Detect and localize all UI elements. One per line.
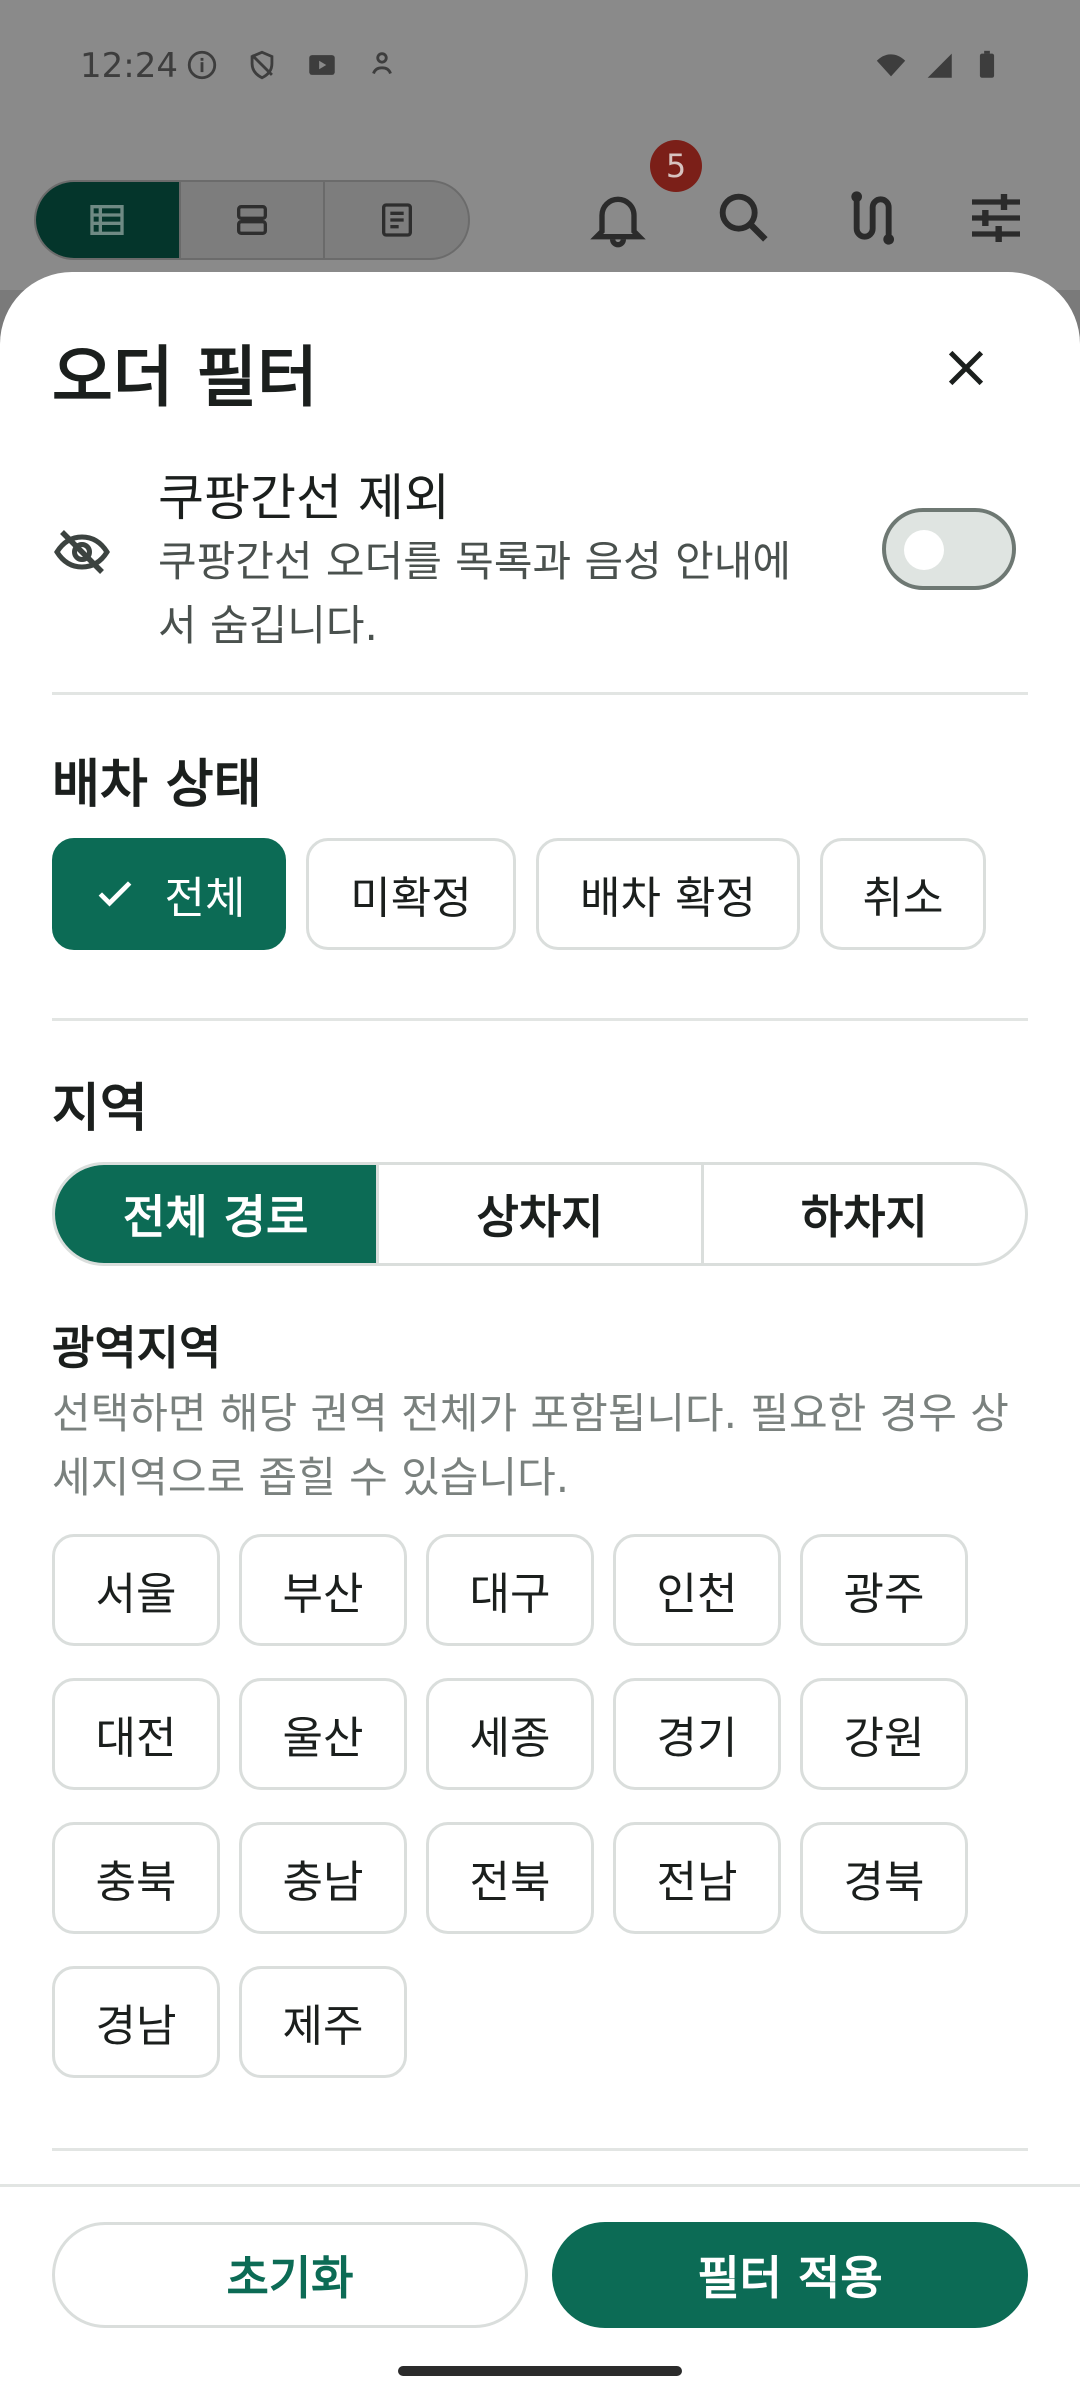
dispatch-chip-label: 취소 (862, 873, 944, 924)
dispatch-status-title: 배차 상태 (52, 755, 262, 815)
order-filter-sheet: 오더 필터 쿠팡간선 제외 쿠팡간선 오더를 목록과 음성 안내에서 숨깁니다.… (0, 272, 1080, 2400)
home-indicator[interactable] (398, 2366, 682, 2376)
dispatch-chip-unconfirmed[interactable]: 미확정 (306, 838, 516, 950)
region-segment-control: 전체 경로 상차지 하차지 (52, 1162, 1028, 1266)
list-icon (90, 205, 124, 235)
status-bar: 12:24 (0, 0, 1080, 130)
card-icon (237, 205, 267, 235)
status-time: 12:24 (80, 46, 178, 86)
wifi-icon (876, 54, 906, 77)
region-chip-jeonnam[interactable]: 전남 (613, 1822, 781, 1934)
reset-button[interactable]: 초기화 (52, 2222, 528, 2328)
region-chip-gyeongnam[interactable]: 경남 (52, 1966, 220, 2078)
metro-region-description: 선택하면 해당 권역 전체가 포함됩니다. 필요한 경우 상세지역으로 좁힐 수… (52, 1389, 1009, 1502)
region-segment-all-route[interactable]: 전체 경로 (55, 1165, 380, 1263)
apply-filter-button[interactable]: 필터 적용 (552, 2222, 1028, 2328)
region-chip-daejeon[interactable]: 대전 (52, 1678, 220, 1790)
play-icon (309, 55, 335, 75)
document-icon (381, 203, 412, 237)
dispatch-chip-confirmed[interactable]: 배차 확정 (536, 838, 800, 950)
close-button[interactable] (930, 332, 1002, 404)
route-icon[interactable] (838, 186, 902, 250)
region-chip-gangwon[interactable]: 강원 (800, 1678, 968, 1790)
region-chip-jeonbuk[interactable]: 전북 (426, 1822, 594, 1934)
metro-region-title: 광역지역 (52, 1321, 222, 1375)
search-icon[interactable] (712, 186, 776, 250)
region-chip-chungbuk[interactable]: 충북 (52, 1822, 220, 1934)
dispatch-chip-cancelled[interactable]: 취소 (820, 838, 986, 950)
region-segment-unloading[interactable]: 하차지 (704, 1165, 1025, 1263)
signal-icon (927, 53, 952, 78)
view-mode-card[interactable] (181, 182, 326, 258)
footer-divider (0, 2184, 1080, 2187)
region-chip-ulsan[interactable]: 울산 (239, 1678, 407, 1790)
exclude-coupang-toggle[interactable] (882, 508, 1016, 590)
divider (52, 1018, 1028, 1021)
bell-icon[interactable] (586, 186, 650, 250)
dispatch-chip-label: 배차 확정 (580, 873, 756, 924)
info-icon (187, 50, 217, 80)
region-chip-seoul[interactable]: 서울 (52, 1534, 220, 1646)
sheet-title: 오더 필터 (52, 339, 318, 416)
toggle-knob (904, 530, 944, 570)
exclude-coupang-description: 쿠팡간선 오더를 목록과 음성 안내에서 숨깁니다. (158, 537, 792, 650)
accessibility-icon (372, 52, 392, 75)
region-chip-jeju[interactable]: 제주 (239, 1966, 407, 2078)
notification-badge: 5 (650, 140, 702, 192)
region-title: 지역 (52, 1079, 148, 1139)
region-chip-gwangju[interactable]: 광주 (800, 1534, 968, 1646)
dispatch-chip-label: 전체 (164, 873, 246, 924)
close-icon (948, 350, 984, 386)
view-mode-document[interactable] (325, 182, 468, 258)
divider (52, 2148, 1028, 2151)
divider (52, 692, 1028, 695)
dispatch-chip-label: 미확정 (350, 873, 472, 924)
shield-icon (250, 50, 274, 80)
battery-icon (979, 50, 995, 78)
region-chip-chungnam[interactable]: 충남 (239, 1822, 407, 1934)
sliders-icon[interactable] (964, 186, 1028, 250)
eye-off-icon (54, 530, 110, 574)
view-mode-toggle (34, 180, 470, 260)
region-chip-gyeongbuk[interactable]: 경북 (800, 1822, 968, 1934)
region-segment-loading[interactable]: 상차지 (379, 1165, 704, 1263)
view-mode-list[interactable] (36, 182, 181, 258)
region-chip-gyeonggi[interactable]: 경기 (613, 1678, 781, 1790)
check-icon (98, 881, 131, 907)
dispatch-chip-all[interactable]: 전체 (52, 838, 286, 950)
background-app: 12:24 5 (0, 0, 1080, 290)
region-chip-sejong[interactable]: 세종 (426, 1678, 594, 1790)
region-chip-daegu[interactable]: 대구 (426, 1534, 594, 1646)
region-chip-busan[interactable]: 부산 (239, 1534, 407, 1646)
exclude-coupang-title: 쿠팡간선 제외 (158, 469, 450, 527)
region-chip-incheon[interactable]: 인천 (613, 1534, 781, 1646)
